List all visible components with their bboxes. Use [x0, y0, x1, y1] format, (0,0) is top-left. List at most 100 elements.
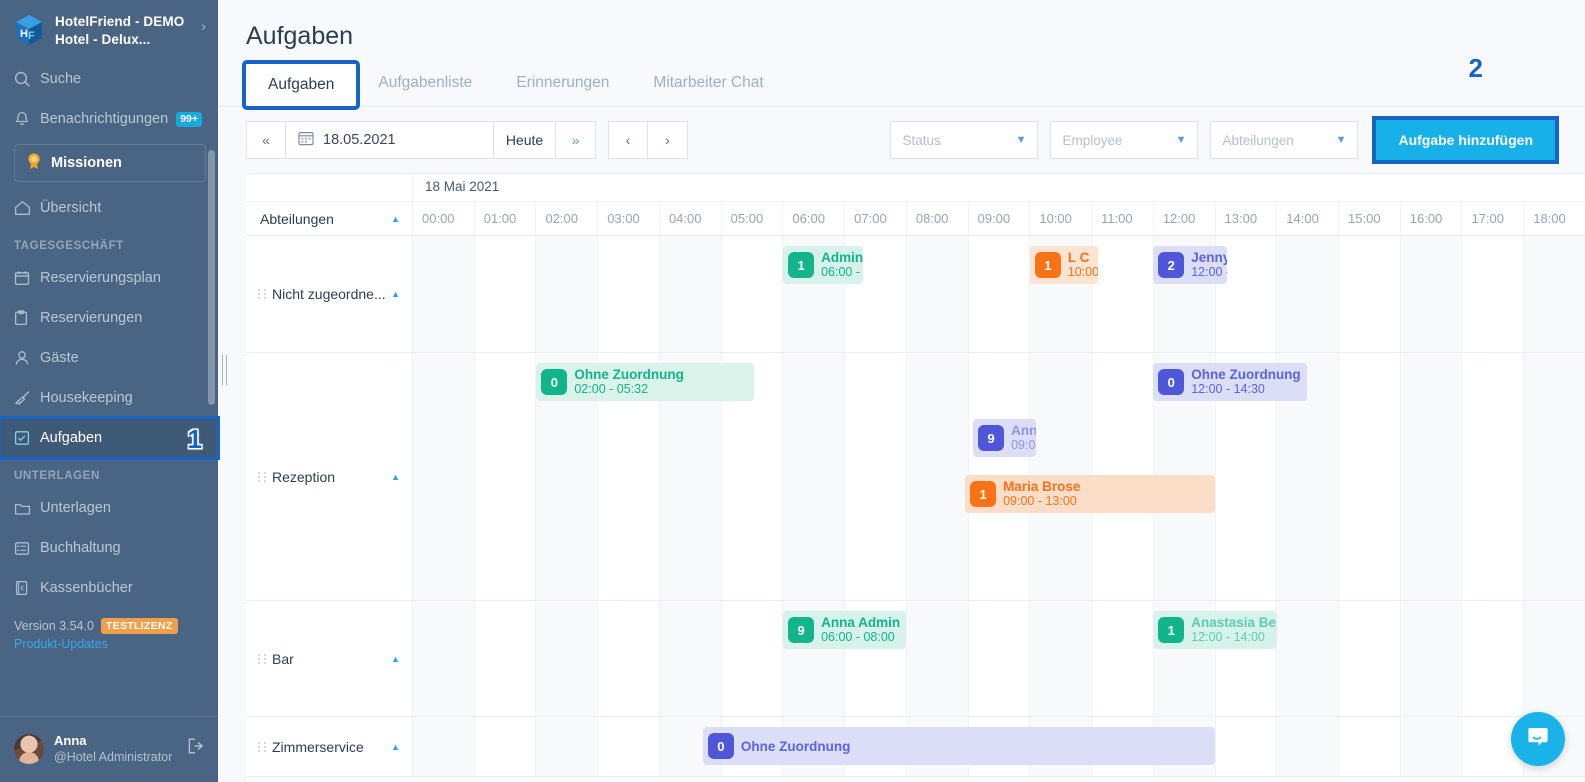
intercom-chat-button[interactable] — [1511, 712, 1565, 766]
today-button[interactable]: Heute — [494, 121, 556, 159]
grid-cell[interactable] — [1461, 353, 1523, 600]
task-chip[interactable]: 1 Anastasia Be 12:00 - 14:00 — [1153, 611, 1277, 649]
grid-cell[interactable] — [658, 601, 721, 716]
sidebar-item-housekeeping[interactable]: Housekeeping — [0, 378, 218, 418]
grid-cell[interactable] — [535, 236, 598, 352]
drag-handle-icon[interactable] — [258, 289, 269, 299]
date-input[interactable]: 18.05.2021 — [286, 121, 494, 159]
grid-cell[interactable] — [1399, 236, 1462, 352]
grid-cell[interactable] — [473, 353, 536, 600]
logout-icon[interactable] — [187, 737, 206, 760]
grid-cell[interactable] — [967, 601, 1030, 716]
grid-cell[interactable] — [535, 717, 598, 776]
drag-handle-icon[interactable] — [258, 471, 269, 482]
grid-cell[interactable] — [597, 236, 659, 352]
tab-aufgaben[interactable]: Aufgaben — [241, 60, 361, 110]
row-grid[interactable]: 9 Anna Admin 06:00 - 08:00 1 Anastasia Be 12:… — [413, 601, 1585, 716]
task-chip[interactable]: 9 Anna Admin 06:00 - 08:00 — [783, 611, 907, 649]
grid-cell[interactable] — [1523, 236, 1585, 352]
grid-cell[interactable] — [413, 353, 474, 600]
grid-cell[interactable] — [413, 601, 474, 716]
caret-up-icon[interactable]: ▲ — [391, 289, 400, 299]
sidebar-item-kassenbuecher[interactable]: € Kassenbücher — [0, 568, 218, 608]
sidebar-item-aufgaben[interactable]: Aufgaben 1 — [0, 416, 220, 460]
grid-cell[interactable] — [658, 236, 721, 352]
add-task-button[interactable]: Aufgabe hinzufügen — [1372, 116, 1559, 164]
sidebar-item-notifications[interactable]: Benachrichtigungen 99+ — [0, 99, 218, 139]
grid-cell[interactable] — [1338, 717, 1400, 776]
avatar[interactable] — [14, 733, 44, 764]
task-chip[interactable]: 9Anna Admin09:05 - 10:05 — [973, 419, 1036, 457]
sidebar-item-reservierungsplan[interactable]: Reservierungsplan — [0, 258, 218, 298]
grid-cell[interactable] — [1399, 353, 1462, 600]
sidebar-resize-handle[interactable] — [219, 352, 229, 388]
department-label[interactable]: Bar ▲ — [246, 601, 413, 716]
grid-cell[interactable] — [1276, 601, 1339, 716]
grid-cell[interactable] — [1399, 717, 1462, 776]
sidebar-item-search[interactable]: Suche — [0, 59, 218, 99]
grid-cell[interactable] — [597, 717, 659, 776]
grid-cell[interactable] — [413, 236, 474, 352]
employee-filter[interactable]: Employee ▼ — [1050, 121, 1199, 159]
status-filter[interactable]: Status ▼ — [890, 121, 1039, 159]
tab-mitarbeiter-chat[interactable]: Mitarbeiter Chat — [631, 74, 785, 106]
grid-cell[interactable] — [782, 353, 845, 600]
grid-cell[interactable] — [967, 236, 1030, 352]
caret-up-icon[interactable]: ▲ — [391, 742, 400, 752]
grid-cell[interactable] — [1399, 601, 1462, 716]
caret-up-icon[interactable]: ▲ — [391, 472, 400, 482]
grid-cell[interactable] — [473, 236, 536, 352]
row-grid[interactable]: 0 Ohne Zuordnung — [413, 717, 1585, 776]
sidebar-item-buchhaltung[interactable]: Buchhaltung — [0, 528, 218, 568]
grid-cell[interactable] — [1461, 236, 1523, 352]
grid-cell[interactable] — [1091, 601, 1153, 716]
grid-cell[interactable] — [905, 353, 968, 600]
sidebar-scrollbar[interactable] — [208, 150, 215, 405]
grid-cell[interactable] — [720, 236, 783, 352]
grid-cell[interactable] — [905, 601, 968, 716]
prev-fast-button[interactable]: « — [246, 121, 286, 159]
grid-cell[interactable] — [535, 601, 598, 716]
grid-cell[interactable] — [413, 717, 474, 776]
grid-cell[interactable] — [473, 717, 536, 776]
sidebar-item-unterlagen[interactable]: Unterlagen — [0, 488, 218, 528]
grid-cell[interactable] — [1214, 717, 1277, 776]
sidebar-item-reservierungen[interactable]: Reservierungen — [0, 298, 218, 338]
departments-filter[interactable]: Abteilungen ▼ — [1210, 121, 1359, 159]
grid-cell[interactable] — [905, 236, 968, 352]
drag-handle-icon[interactable] — [258, 741, 269, 752]
grid-cell[interactable] — [1029, 601, 1092, 716]
caret-up-icon[interactable]: ▲ — [391, 654, 400, 664]
chevron-right-icon[interactable]: › — [197, 18, 206, 35]
department-label[interactable]: Rezeption ▲ — [246, 353, 413, 600]
grid-cell[interactable] — [1276, 236, 1339, 352]
prev-day-button[interactable]: ‹ — [608, 121, 648, 159]
row-grid[interactable]: 1Admin06:00 - 07:001L C10:00 - 11:002Jen… — [413, 236, 1585, 352]
grid-cell[interactable] — [597, 601, 659, 716]
task-chip[interactable]: 0 Ohne Zuordnung — [702, 727, 1215, 765]
next-fast-button[interactable]: » — [556, 121, 596, 159]
sidebar-item-overview[interactable]: Übersicht — [0, 188, 218, 228]
department-label[interactable]: Nicht zugeordne... ▲ — [246, 236, 413, 352]
grid-cell[interactable] — [1523, 353, 1585, 600]
task-chip[interactable]: 0 Ohne Zuordnung 12:00 - 14:30 — [1153, 363, 1308, 401]
task-chip[interactable]: 2Jenny12:00 - 13:00 — [1153, 246, 1228, 284]
task-chip[interactable]: 0 Ohne Zuordnung 02:00 - 05:32 — [536, 363, 755, 401]
grid-cell[interactable] — [1091, 236, 1153, 352]
next-day-button[interactable]: › — [648, 121, 688, 159]
grid-cell[interactable] — [1338, 236, 1400, 352]
departments-column-header[interactable]: Abteilungen ▲ — [246, 202, 413, 235]
product-updates-link[interactable]: Produkt-Updates — [0, 636, 218, 663]
grid-cell[interactable] — [720, 601, 783, 716]
grid-cell[interactable] — [1461, 601, 1523, 716]
grid-cell[interactable] — [1276, 717, 1339, 776]
grid-cell[interactable] — [1338, 353, 1400, 600]
tab-aufgabenliste[interactable]: Aufgabenliste — [356, 74, 494, 106]
grid-cell[interactable] — [1338, 601, 1400, 716]
grid-cell[interactable] — [473, 601, 536, 716]
sidebar-item-missions[interactable]: Missionen — [14, 144, 206, 182]
grid-cell[interactable] — [844, 353, 906, 600]
caret-up-icon[interactable]: ▲ — [391, 214, 400, 224]
task-chip[interactable]: 1 Maria Brose 09:00 - 13:00 — [965, 475, 1215, 513]
task-chip[interactable]: 1L C10:00 - 11:00 — [1029, 246, 1098, 284]
